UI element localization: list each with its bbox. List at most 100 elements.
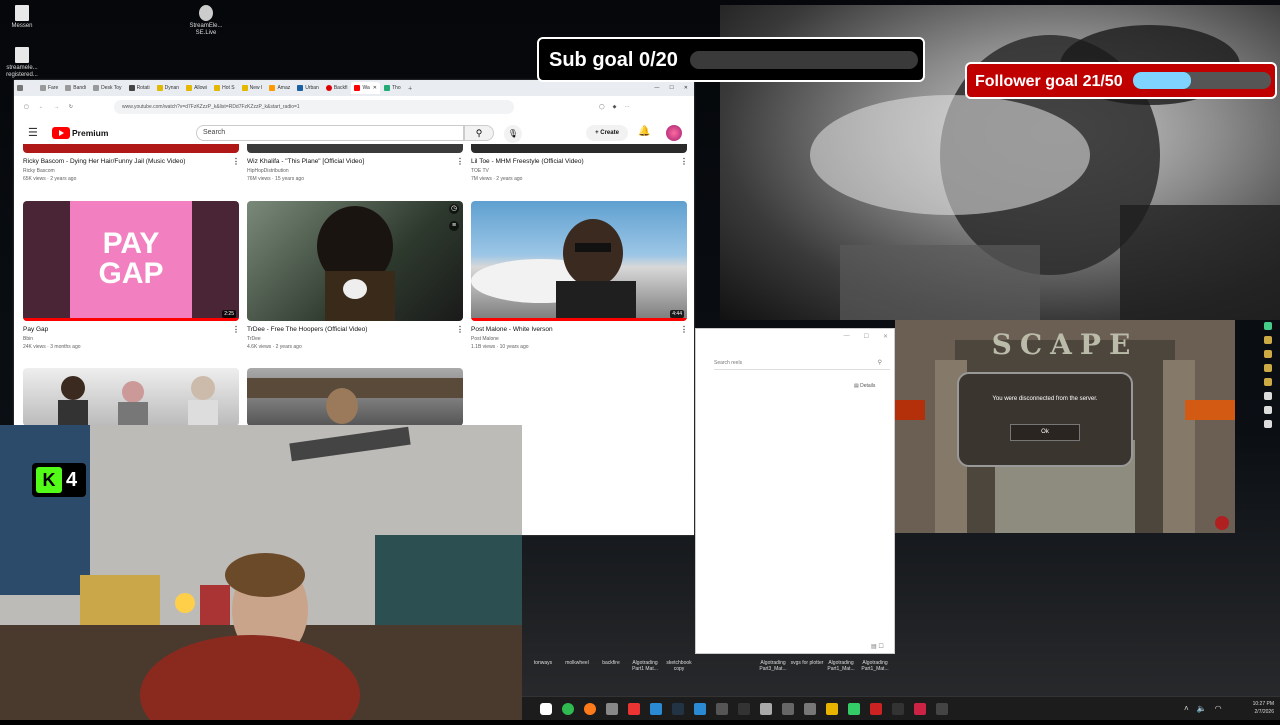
desktop-file[interactable]: Algotrading Part1_Mat... [858, 660, 892, 672]
menu-icon[interactable]: ⋯ [624, 104, 629, 110]
notifications-bell-icon[interactable]: 🔔 [638, 126, 650, 137]
game-settings-icon[interactable] [1215, 516, 1229, 530]
video-thumbnail-7[interactable] [247, 368, 463, 426]
search-icon[interactable]: ⚲ [878, 359, 882, 366]
tab-8[interactable]: Amaz [266, 82, 293, 94]
video-thumbnail-0[interactable] [23, 144, 239, 153]
video-card-3[interactable]: Pay Gap Bbin 24K views · 3 months ago [23, 326, 228, 350]
tab-10[interactable]: Backfi [323, 82, 351, 94]
details-button[interactable]: ▤ Details [854, 383, 875, 389]
app-icon[interactable] [848, 703, 860, 715]
firefox-icon[interactable] [584, 703, 596, 715]
extension-icon[interactable]: ◆ [613, 104, 617, 110]
search-icon[interactable]: ⚲ [464, 125, 494, 141]
video-channel[interactable]: Bbin [23, 336, 228, 342]
video-thumbnail-4[interactable]: ◷ ≡ [247, 201, 463, 321]
network-icon[interactable]: ◠ [1215, 704, 1222, 713]
youtube-search-input[interactable]: Search [196, 125, 464, 141]
app-icon[interactable] [1264, 322, 1272, 330]
steam-icon[interactable] [672, 703, 684, 715]
more-options-icon[interactable]: ⋮ [680, 325, 688, 334]
add-to-queue-icon[interactable]: ≡ [449, 221, 459, 231]
video-channel[interactable]: TrDee [247, 336, 452, 342]
video-thumbnail-6[interactable] [23, 368, 239, 426]
video-channel[interactable]: Post Malone [471, 336, 676, 342]
desktop-icon-messenger[interactable]: Messen [0, 5, 44, 30]
spotify-icon[interactable] [562, 703, 574, 715]
app-icon[interactable] [1264, 406, 1272, 414]
close-tab-icon[interactable]: ✕ [373, 85, 377, 91]
profile-icon[interactable]: ◯ [599, 104, 605, 110]
app-icon[interactable] [1264, 364, 1272, 372]
app-icon[interactable] [628, 703, 640, 715]
video-title[interactable]: TrDee - Free The Hoopers (Official Video… [247, 326, 452, 333]
desktop-file[interactable]: molkwheel [560, 660, 594, 672]
desktop-file[interactable]: Algotrading Part1_Mat... [824, 660, 858, 672]
minimize-icon[interactable]: — [844, 333, 850, 340]
volume-icon[interactable]: 🔈 [1197, 704, 1207, 713]
video-card-2[interactable]: Lil Toe - MHM Freestyle (Official Video)… [471, 158, 676, 182]
tab-6[interactable]: Hot S [211, 82, 238, 94]
app-icon[interactable] [694, 703, 706, 715]
file-explorer-icon[interactable] [826, 703, 838, 715]
obs-icon[interactable] [892, 703, 904, 715]
tab-4[interactable]: Dynan [154, 82, 182, 94]
desktop-icon-streamelements-file[interactable]: streamele... registered... [0, 47, 44, 79]
video-thumbnail-5[interactable]: 4:44 [471, 201, 687, 321]
desktop-file[interactable]: backfire [594, 660, 628, 672]
video-title[interactable]: Ricky Bascom - Dying Her Hair/Funny Jail… [23, 158, 228, 165]
new-tab-group-icon[interactable] [14, 82, 36, 94]
video-channel[interactable]: TOE TV [471, 168, 676, 174]
app-icon[interactable] [804, 703, 816, 715]
app-icon[interactable] [1264, 350, 1272, 358]
video-title[interactable]: Pay Gap [23, 326, 228, 333]
video-card-0[interactable]: Ricky Bascom - Dying Her Hair/Funny Jail… [23, 158, 228, 182]
search-reels-input[interactable]: Search reels [714, 357, 890, 370]
microphone-icon[interactable]: 🎙 [504, 125, 522, 143]
app-icon[interactable] [1264, 392, 1272, 400]
forward-icon[interactable]: → [54, 104, 59, 110]
tab-9[interactable]: Urban [294, 82, 322, 94]
tab-3[interactable]: Rotati [126, 82, 153, 94]
app-icon[interactable] [716, 703, 728, 715]
ok-button[interactable]: Ok [1010, 424, 1080, 441]
video-title[interactable]: Lil Toe - MHM Freestyle (Official Video) [471, 158, 676, 165]
video-card-1[interactable]: Wiz Khalifa - "This Plane" [Official Vid… [247, 158, 452, 182]
desktop-file[interactable]: Algotrading Part3_Mat... [756, 660, 790, 672]
more-options-icon[interactable]: ⋮ [456, 325, 464, 334]
new-tab-button[interactable]: ＋ [405, 82, 416, 94]
app-icon[interactable] [1264, 420, 1272, 428]
view-toggle-icon[interactable]: ▤ ☐ [871, 643, 884, 650]
tab-11-active[interactable]: Wa ✕ [351, 82, 380, 94]
more-options-icon[interactable]: ⋮ [456, 157, 464, 166]
clock[interactable]: 10:27 PM 2/7/2026 [1242, 700, 1274, 716]
hamburger-menu-icon[interactable]: ☰ [28, 126, 38, 139]
desktop-file[interactable]: svgs for plotter [790, 660, 824, 672]
chevron-up-icon[interactable]: ˄ [1184, 704, 1189, 713]
avatar[interactable] [666, 125, 682, 141]
app-icon[interactable] [1264, 336, 1272, 344]
app-icon[interactable] [870, 703, 882, 715]
app-icon[interactable] [936, 703, 948, 715]
video-title[interactable]: Post Malone - White Iverson [471, 326, 676, 333]
reload-icon[interactable]: ↻ [69, 104, 73, 110]
app-icon[interactable] [606, 703, 618, 715]
youtube-logo[interactable]: Premium [52, 127, 108, 139]
tab-2[interactable]: Desk Toy [90, 82, 124, 94]
maximize-icon[interactable]: ☐ [864, 333, 869, 340]
tab-7[interactable]: New I [239, 82, 266, 94]
sidebar-toggle-icon[interactable]: ▢ [24, 104, 29, 110]
video-channel[interactable]: Ricky Bascom [23, 168, 228, 174]
app-icon[interactable] [782, 703, 794, 715]
minimize-icon[interactable]: — [654, 85, 659, 91]
video-card-4[interactable]: TrDee - Free The Hoopers (Official Video… [247, 326, 452, 350]
vscode-icon[interactable] [650, 703, 662, 715]
url-field[interactable]: www.youtube.com/watch?v=d7FzKZzzP_k&list… [114, 100, 514, 114]
search-icon[interactable] [540, 703, 552, 715]
terminal-icon[interactable] [738, 703, 750, 715]
desktop-file[interactable]: Algotrading Part1 Mat... [628, 660, 662, 672]
desktop-file[interactable]: sketchbook copy [662, 660, 696, 672]
video-title[interactable]: Wiz Khalifa - "This Plane" [Official Vid… [247, 158, 452, 165]
app-icon[interactable] [1264, 378, 1272, 386]
close-window-icon[interactable]: ✕ [684, 85, 688, 91]
